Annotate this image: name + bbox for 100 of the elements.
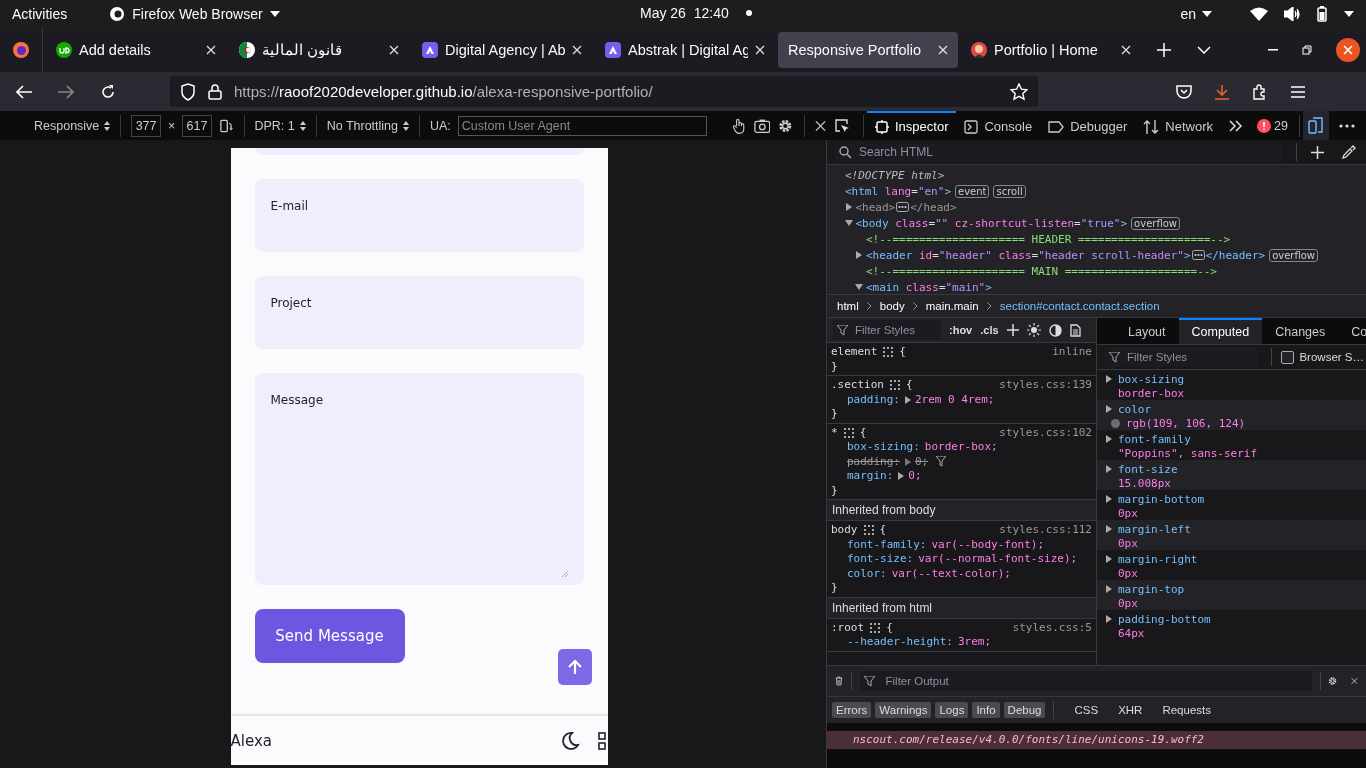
send-button[interactable]: Send Message	[254, 609, 405, 663]
chevron-down-icon[interactable]	[1197, 45, 1211, 54]
property-name[interactable]: --header-height:	[847, 635, 953, 650]
width-field[interactable]: 377	[131, 114, 161, 137]
wifi-icon[interactable]	[1250, 6, 1268, 21]
star-icon[interactable]	[1010, 82, 1028, 101]
devtools-tab[interactable]: Debugger	[1040, 111, 1136, 140]
log-filter-button[interactable]: Errors	[832, 702, 872, 718]
close-icon[interactable]	[1336, 37, 1360, 62]
activities-button[interactable]: Activities	[12, 5, 68, 22]
breadcrumb[interactable]: body	[879, 300, 905, 312]
html-node[interactable]: <!--==================== HEADER ====================-->	[866, 232, 1231, 246]
source-link[interactable]: styles.css:139	[999, 378, 1092, 393]
log-filter-button[interactable]: CSS	[1070, 702, 1103, 718]
volume-icon[interactable]	[1284, 6, 1300, 21]
app-menu[interactable]: Firefox Web Browser	[109, 5, 280, 22]
sidebar-tab[interactable]: Layout	[1115, 318, 1179, 344]
color-swatch[interactable]	[1111, 418, 1120, 428]
input-field[interactable]: E-mail	[254, 179, 584, 252]
expand-toggle-icon[interactable]	[898, 472, 905, 481]
log-filter-button[interactable]: Info	[972, 702, 1000, 718]
expand-toggle-icon[interactable]	[1106, 465, 1112, 473]
node-badge[interactable]: event	[955, 184, 990, 198]
restore-icon[interactable]	[1302, 44, 1312, 55]
log-filter-button[interactable]: Requests	[1158, 702, 1215, 718]
close-icon[interactable]	[1121, 44, 1131, 55]
html-node[interactable]: <main class="main">	[866, 280, 992, 294]
html-node[interactable]: <!DOCTYPE html>	[845, 168, 945, 182]
close-icon[interactable]	[755, 44, 765, 55]
css-selector[interactable]: .section	[831, 378, 884, 393]
css-selector[interactable]: body	[831, 523, 858, 538]
trash-icon[interactable]	[835, 673, 843, 689]
add-icon[interactable]	[1311, 145, 1324, 159]
css-selector[interactable]: :root	[831, 620, 865, 635]
html-node[interactable]: <header id="header" class="header scroll-header"> </header>	[866, 248, 1266, 262]
moon-icon[interactable]	[559, 730, 580, 751]
grid-dots-icon[interactable]	[863, 525, 874, 536]
ellipsis-icon[interactable]	[896, 202, 910, 212]
sidebar-tab[interactable]: Computed	[1178, 318, 1263, 344]
node-badge[interactable]: scroll	[993, 184, 1026, 198]
device-select[interactable]: Responsive	[34, 118, 111, 133]
property-name[interactable]: font-size:	[847, 552, 914, 567]
log-filter-button[interactable]: XHR	[1114, 702, 1147, 718]
breadcrumb[interactable]: section#contact.contact.section	[999, 300, 1160, 312]
expand-toggle-icon[interactable]	[1106, 525, 1112, 533]
html-node[interactable]: <body class="" cz-shortcut-listen="true">	[855, 216, 1128, 230]
expand-toggle-icon[interactable]	[1106, 495, 1112, 503]
height-field[interactable]: 617	[182, 114, 212, 137]
close-icon[interactable]	[389, 44, 399, 55]
node-badge[interactable]: overflow	[1269, 248, 1319, 262]
double-chevron-icon[interactable]	[1229, 119, 1243, 132]
property-name[interactable]: color	[1118, 402, 1152, 416]
filter-input[interactable]: Filter Styles	[1125, 350, 1229, 364]
checkbox[interactable]	[1281, 350, 1295, 364]
document-icon[interactable]	[1069, 323, 1081, 337]
filter-icon[interactable]	[936, 456, 947, 468]
expand-toggle-icon[interactable]	[1106, 615, 1112, 623]
property-name[interactable]: padding:	[847, 454, 900, 469]
source-link[interactable]: styles.css:5	[1012, 620, 1092, 635]
filter-styles-field[interactable]: Filter Styles	[833, 320, 941, 340]
puzzle-icon[interactable]	[1252, 83, 1268, 100]
html-node[interactable]: <head> </head>	[855, 200, 957, 214]
battery-icon[interactable]	[1316, 5, 1328, 22]
throttling-select[interactable]: No Throttling	[326, 118, 410, 133]
sun-icon[interactable]	[1026, 323, 1041, 337]
node-badge[interactable]: overflow	[1131, 216, 1180, 230]
property-value[interactable]: 0;	[915, 454, 929, 469]
pseudo-toggle[interactable]: :hov	[949, 324, 973, 336]
expand-toggle-icon[interactable]	[855, 283, 863, 291]
reload-icon[interactable]	[100, 83, 116, 100]
grid-dots-icon[interactable]	[843, 427, 854, 438]
html-node[interactable]: <!--==================== MAIN ====================-->	[866, 264, 1217, 278]
property-name[interactable]: box-sizing:	[847, 440, 920, 455]
property-name[interactable]: box-sizing	[1118, 372, 1185, 386]
add-icon[interactable]	[1006, 324, 1019, 336]
property-name[interactable]: margin-left	[1118, 522, 1191, 536]
expand-toggle-icon[interactable]	[1106, 435, 1112, 443]
filter-styles-field[interactable]: Filter Styles	[1105, 347, 1259, 367]
expand-toggle-icon[interactable]	[1106, 555, 1112, 563]
property-name[interactable]: margin-right	[1118, 552, 1198, 566]
scroll-up-button[interactable]	[557, 649, 592, 685]
dpr-select[interactable]: DPR: 1	[254, 118, 306, 133]
html-node[interactable]: <html lang="en">	[845, 184, 951, 198]
camera-icon[interactable]	[753, 117, 771, 134]
error-count[interactable]: 29	[1257, 118, 1288, 133]
sidebar-tab[interactable]: Changes	[1262, 318, 1339, 344]
property-value[interactable]: var(--body-font);	[931, 537, 1045, 552]
property-name[interactable]: font-size	[1118, 462, 1178, 476]
property-name[interactable]: margin-bottom	[1118, 492, 1205, 506]
expand-toggle-icon[interactable]	[1106, 405, 1112, 413]
property-value[interactable]: 2rem 0 4rem;	[915, 392, 995, 407]
grid-dots-icon[interactable]	[883, 347, 894, 358]
touch-icon[interactable]	[732, 116, 747, 135]
source-link[interactable]: inline	[1052, 345, 1092, 360]
grid-dots-icon[interactable]	[870, 622, 881, 633]
ellipsis-icon[interactable]	[1191, 250, 1205, 260]
property-name[interactable]: padding:	[847, 392, 900, 407]
property-name[interactable]: font-family:	[847, 537, 927, 552]
message-field[interactable]: Message	[254, 373, 584, 585]
filter-output-field[interactable]: Filter Output	[859, 671, 1312, 691]
